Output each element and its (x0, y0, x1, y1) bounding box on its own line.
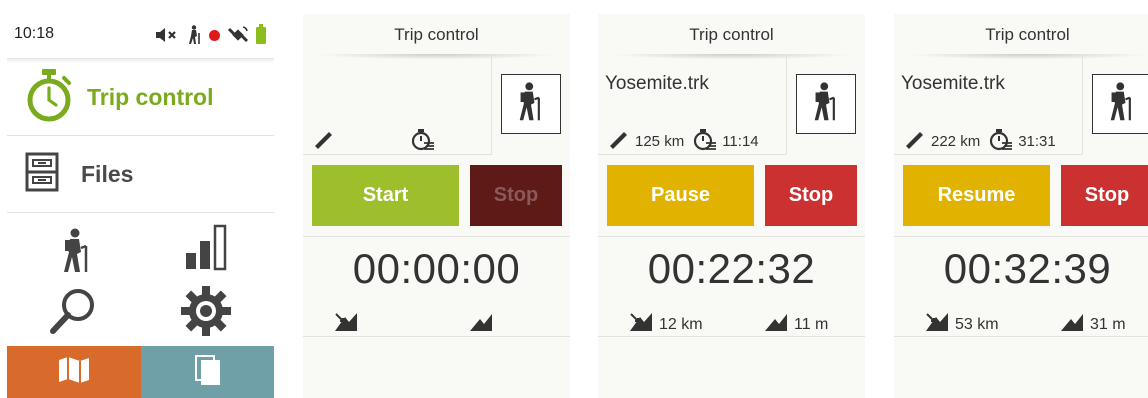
track-timer-icon (692, 127, 722, 155)
track-stats: 125 km 11:14 (607, 127, 767, 155)
pages-icon (194, 354, 222, 391)
track-distance: 125 km (635, 132, 685, 150)
bottom-tab-bar (7, 346, 274, 398)
ascent-metric (468, 311, 499, 338)
file-cabinet-icon (25, 152, 59, 197)
ruler-icon (312, 127, 340, 155)
screen-title: Trip control (689, 25, 774, 44)
screen-title: Trip control (985, 25, 1070, 44)
track-info: Yosemite.trk 125 km 11:14 (598, 54, 787, 155)
search-icon[interactable] (47, 286, 99, 336)
descent-metric: 12 km (628, 311, 703, 338)
stop-button[interactable]: Stop (1061, 165, 1148, 226)
track-stats (312, 127, 448, 155)
trip-control-screen-stopped: Trip control Start Stop 00:00:00 (303, 14, 570, 398)
track-duration: 31:31 (1018, 132, 1056, 150)
trip-timer: 00:32:39 (943, 245, 1112, 292)
trip-timer: 00:00:00 (352, 245, 521, 292)
resume-button[interactable]: Resume (903, 165, 1050, 226)
ascent-icon (1059, 311, 1090, 338)
battery-icon (256, 23, 266, 44)
main-menu-screen: 10:18 Trip control Files (7, 14, 274, 398)
trip-control-screen-recording: Trip control Yosemite.trk 125 km 11:14 P… (598, 14, 865, 398)
descent-metric (333, 311, 364, 338)
track-info: Yosemite.trk 222 km 31:31 (894, 54, 1083, 155)
track-info (303, 54, 492, 155)
status-time: 10:18 (14, 25, 55, 42)
start-button[interactable]: Start (312, 165, 459, 226)
trip-control-screen-paused: Trip control Yosemite.trk 222 km 31:31 R… (894, 14, 1148, 398)
hiker-icon (186, 25, 202, 45)
ascent-value: 31 m (1090, 315, 1126, 333)
descent-icon (628, 311, 659, 338)
tab-pages[interactable] (141, 346, 274, 398)
ascent-metric: 31 m (1059, 311, 1126, 338)
ascent-icon (763, 311, 794, 338)
gear-icon[interactable] (179, 284, 233, 338)
ascent-icon (468, 311, 499, 338)
activity-mode-button[interactable] (796, 74, 856, 134)
track-stats: 222 km 31:31 (903, 127, 1064, 155)
descent-value: 12 km (659, 315, 703, 333)
descent-icon (333, 311, 364, 338)
descent-metric: 53 km (924, 311, 999, 338)
track-file-name: Yosemite.trk (901, 73, 1005, 94)
screen-title: Trip control (394, 25, 479, 44)
stopwatch-icon (23, 67, 75, 128)
menu-item-trip-control[interactable]: Trip control (7, 59, 274, 136)
ascent-metric: 11 m (763, 311, 828, 338)
hiker-icon (1108, 81, 1136, 127)
recording-dot-icon (209, 29, 220, 41)
hiker-icon (517, 81, 545, 127)
trip-timer: 00:22:32 (647, 245, 816, 292)
menu-item-label: Trip control (87, 83, 214, 110)
status-icons (148, 23, 266, 47)
hiker-icon (812, 81, 840, 127)
ruler-icon (903, 127, 931, 155)
track-file-name: Yosemite.trk (605, 73, 709, 94)
activity-mode-button[interactable] (501, 74, 561, 134)
track-timer-icon (988, 127, 1018, 155)
menu-item-label: Files (81, 160, 134, 187)
track-distance: 222 km (931, 132, 981, 150)
menu-item-files[interactable]: Files (7, 136, 274, 213)
stop-button-disabled: Stop (470, 165, 562, 226)
ascent-value: 11 m (794, 315, 829, 333)
signal-bars-icon[interactable] (184, 222, 228, 272)
descent-value: 53 km (955, 315, 999, 333)
map-icon (57, 356, 91, 389)
activity-mode-button[interactable] (1092, 74, 1148, 134)
satellite-icon (227, 25, 249, 45)
pause-button[interactable]: Pause (607, 165, 754, 226)
track-timer-icon (410, 127, 440, 155)
ruler-icon (607, 127, 635, 155)
descent-icon (924, 311, 955, 338)
status-bar: 10:18 (7, 14, 274, 59)
mute-icon (155, 26, 179, 44)
stop-button[interactable]: Stop (765, 165, 857, 226)
hiker-icon[interactable] (57, 227, 97, 275)
track-duration: 11:14 (722, 132, 759, 150)
tab-map[interactable] (7, 346, 141, 398)
